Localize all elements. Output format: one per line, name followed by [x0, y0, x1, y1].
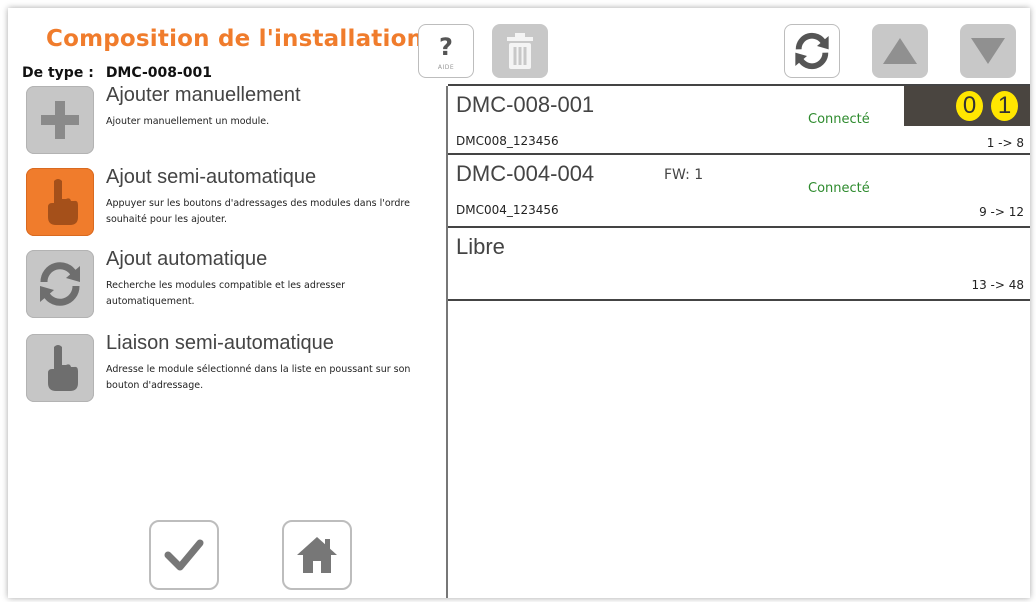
installation-type: De type : DMC-008-001 — [22, 65, 224, 81]
module-status: Connecté — [808, 181, 870, 196]
plus-icon — [41, 101, 79, 139]
add-auto-button[interactable] — [26, 250, 94, 318]
module-serial: DMC004_123456 — [456, 203, 559, 217]
action-add-auto: Ajout automatique Recherche les modules … — [24, 248, 444, 324]
help-button[interactable]: ? AIDE — [418, 24, 474, 78]
trash-icon — [507, 33, 533, 69]
action-link-semi-auto: Liaison semi-automatique Adresse le modu… — [24, 332, 444, 408]
add-semi-auto-button[interactable] — [26, 168, 94, 236]
hand-pointer-icon — [48, 345, 78, 391]
move-up-button[interactable] — [872, 24, 928, 78]
action-name: Liaison semi-automatique — [106, 332, 334, 354]
page-title: Composition de l'installation — [46, 26, 424, 52]
action-description: Adresse le module sélectionné dans la li… — [106, 364, 411, 391]
module-list: DMC-008-001 Connecté DMC008_123456 1 -> … — [448, 84, 1030, 301]
triangle-up-icon — [883, 38, 917, 64]
action-description: Appuyer sur les boutons d'adressages des… — [106, 198, 410, 225]
module-row[interactable]: DMC-004-004 FW: 1 Connecté DMC004_123456… — [448, 155, 1030, 228]
type-label: De type : — [22, 65, 94, 81]
add-manual-button[interactable] — [26, 86, 94, 154]
action-description: Ajouter manuellement un module. — [106, 116, 270, 127]
action-add-manual: Ajouter manuellement Ajouter manuellemen… — [24, 84, 444, 160]
link-semi-auto-button[interactable] — [26, 334, 94, 402]
module-address-range: 9 -> 12 — [979, 205, 1024, 219]
module-address-range: 13 -> 48 — [971, 278, 1024, 292]
address-digit: 1 — [991, 91, 1018, 121]
module-model: DMC-004-004 — [456, 161, 595, 186]
help-icon: ? — [439, 33, 453, 61]
validate-button[interactable] — [149, 520, 219, 590]
refresh-icon — [795, 32, 829, 70]
module-firmware: FW: 1 — [664, 167, 704, 183]
module-address-range: 1 -> 8 — [986, 136, 1024, 150]
checkmark-icon — [164, 539, 204, 571]
triangle-down-icon — [971, 38, 1005, 64]
refresh-button[interactable] — [784, 24, 840, 78]
hand-pointer-icon — [48, 179, 78, 225]
address-digit: 0 — [956, 91, 983, 121]
delete-button[interactable] — [492, 24, 548, 78]
move-down-button[interactable] — [960, 24, 1016, 78]
action-name: Ajouter manuellement — [106, 84, 301, 106]
app-window: Composition de l'installation De type :D… — [8, 8, 1030, 598]
module-model: Libre — [456, 234, 505, 259]
module-serial: DMC008_123456 — [456, 134, 559, 148]
action-name: Ajout semi-automatique — [106, 166, 317, 188]
help-label: AIDE — [437, 64, 455, 71]
module-model: DMC-008-001 — [456, 92, 595, 117]
type-value: DMC-008-001 — [105, 65, 213, 81]
left-panel: Composition de l'installation De type :D… — [8, 8, 446, 598]
module-status: Connecté — [808, 112, 870, 127]
action-add-semi-auto: Ajout semi-automatique Appuyer sur les b… — [24, 166, 444, 242]
refresh-icon — [40, 262, 80, 306]
action-description: Recherche les modules compatible et les … — [106, 280, 346, 307]
module-row-free[interactable]: Libre 13 -> 48 — [448, 228, 1030, 301]
home-button[interactable] — [282, 520, 352, 590]
module-row-selected[interactable]: DMC-008-001 Connecté DMC008_123456 1 -> … — [448, 84, 1030, 155]
action-name: Ajout automatique — [106, 248, 268, 270]
address-display: 0 1 — [904, 86, 1030, 126]
home-icon — [297, 537, 337, 573]
